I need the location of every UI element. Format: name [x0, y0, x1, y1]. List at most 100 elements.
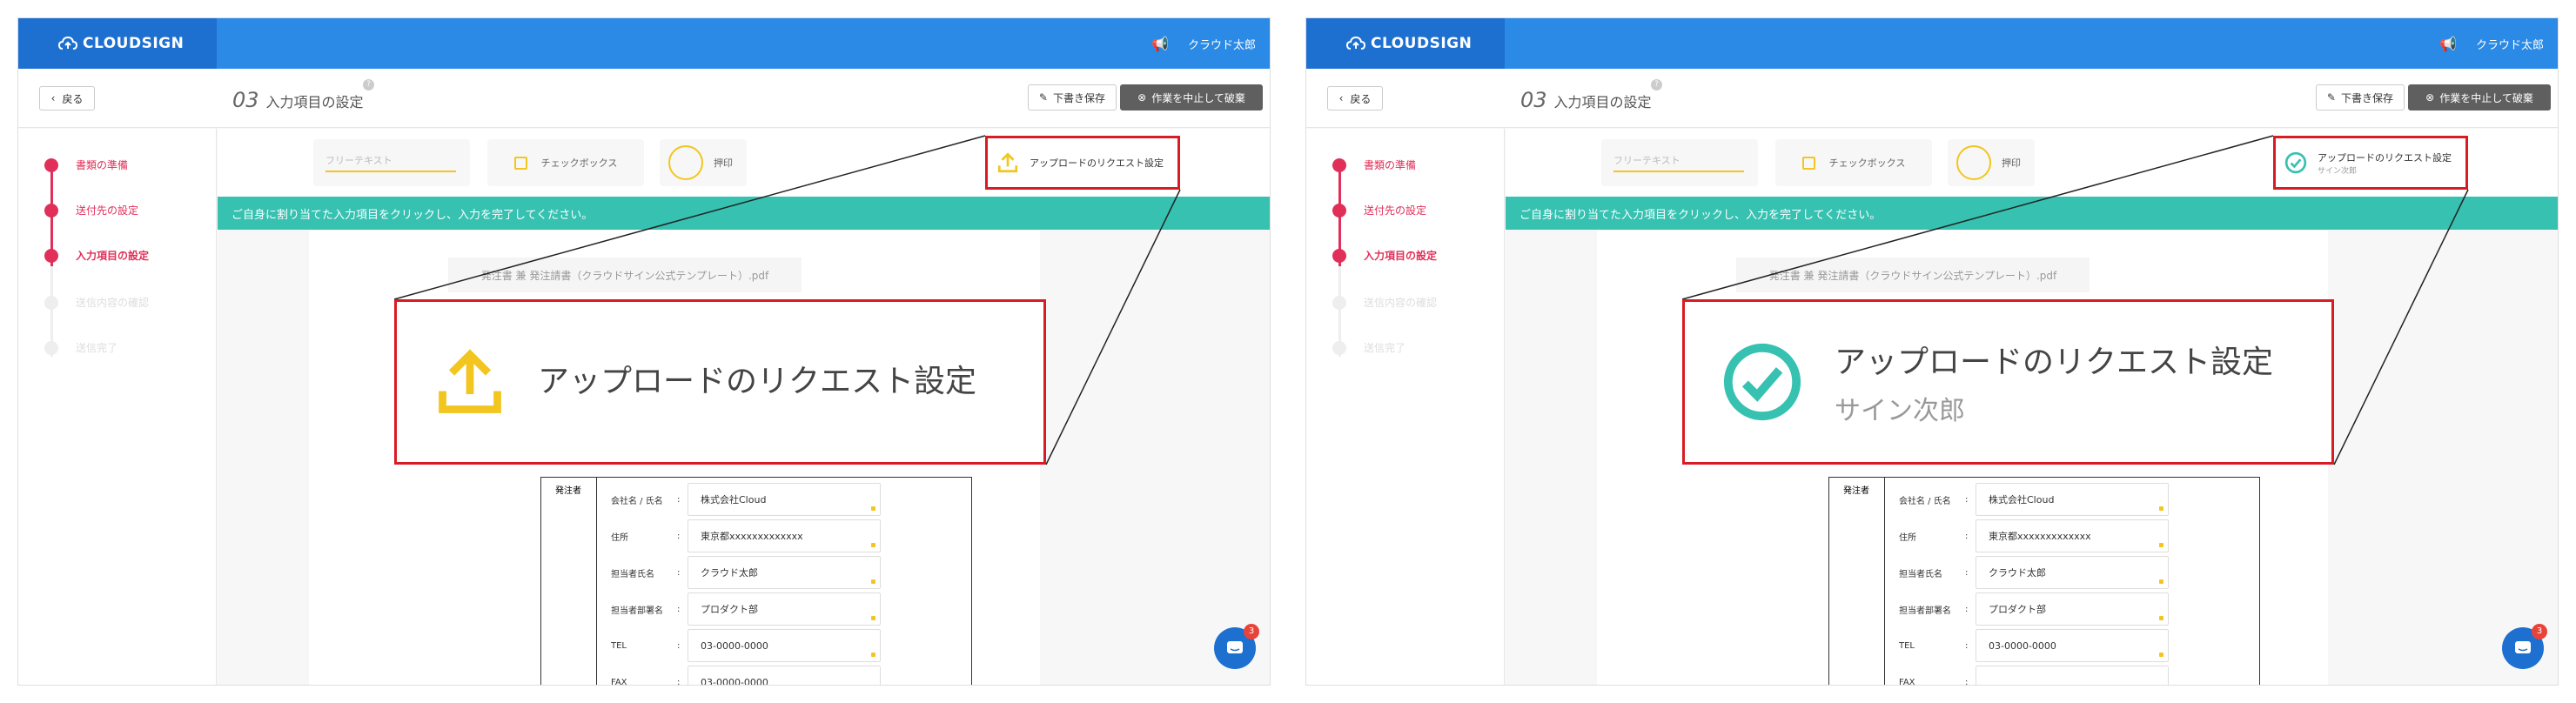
- sidebar-step[interactable]: 送付先の設定: [1332, 203, 1426, 218]
- table-row: 住所: 東京都xxxxxxxxxxxxx: [1899, 519, 2169, 552]
- save-draft-button[interactable]: ✎ 下書き保存: [2315, 84, 2405, 110]
- upload-request-field[interactable]: アップロードのリクエスト設定 サイン次郎: [2273, 136, 2468, 190]
- back-button[interactable]: ‹ 戻る: [39, 86, 95, 110]
- checkbox-icon: [513, 156, 527, 170]
- app-header: CLOUDSIGN 📢 クラウド太郎: [1306, 18, 2558, 69]
- upload-request-label: アップロードのリクエスト設定: [2318, 151, 2452, 164]
- row-value-field[interactable]: クラウド太郎: [1976, 556, 2169, 589]
- step-label: 送付先の設定: [76, 204, 139, 217]
- step-label: 書類の準備: [76, 159, 129, 171]
- row-value-field[interactable]: プロダクト部: [688, 593, 881, 626]
- table-row: 担当者部署名: プロダクト部: [1899, 593, 2169, 626]
- chat-button[interactable]: 3: [1214, 624, 1259, 669]
- step-label: 送信完了: [1364, 342, 1406, 354]
- row-label: 会社名 / 氏名: [1899, 496, 1951, 506]
- checkbox-field-tool[interactable]: チェックボックス: [487, 139, 644, 186]
- user-name[interactable]: クラウド太郎: [2476, 36, 2544, 52]
- table-row: FAX:03-0000-0000: [611, 666, 881, 686]
- sub-header: ‹ 戻る 03 入力項目の設定 ? ✎ 下書き保存 ⊗ 作業を中止して破棄: [18, 69, 1270, 128]
- step-number: 03: [1520, 88, 1547, 112]
- field-palette: フリーテキスト チェックボックス 押印 アップロードのリクエスト設定: [218, 129, 1270, 197]
- step-label: 送信完了: [76, 342, 118, 354]
- row-label: 住所: [1899, 532, 1916, 543]
- row-label: 住所: [611, 532, 628, 543]
- sidebar-step[interactable]: 送付先の設定: [44, 203, 138, 218]
- free-text-label: フリーテキスト: [1613, 153, 1744, 172]
- row-colon: :: [1965, 567, 1969, 578]
- row-value-field[interactable]: 東京都xxxxxxxxxxxxx: [688, 519, 881, 552]
- row-value-field[interactable]: 株式会社Cloud: [688, 483, 881, 516]
- sidebar-step[interactable]: 書類の準備: [1332, 157, 1416, 172]
- back-button[interactable]: ‹ 戻る: [1327, 86, 1383, 110]
- row-colon: :: [677, 567, 681, 578]
- chevron-left-icon: ‹: [50, 92, 56, 104]
- app-header: CLOUDSIGN 📢 クラウド太郎: [18, 18, 1270, 69]
- row-colon: :: [677, 531, 681, 541]
- save-draft-button[interactable]: ✎ 下書き保存: [1027, 84, 1117, 110]
- upload-icon: [433, 345, 506, 418]
- help-icon[interactable]: ?: [363, 79, 374, 90]
- step-label: 入力項目の設定: [76, 250, 150, 262]
- row-value-field[interactable]: [1976, 666, 2169, 685]
- logo[interactable]: CLOUDSIGN: [1306, 18, 1505, 69]
- chat-button[interactable]: 3: [2502, 624, 2547, 669]
- help-icon[interactable]: ?: [1651, 79, 1662, 90]
- zoom-callout: アップロードのリクエスト設定: [394, 299, 1046, 465]
- cancel-circle-icon: ⊗: [1137, 91, 1147, 104]
- row-value-field[interactable]: 03-0000-0000: [1976, 629, 2169, 662]
- logo-text: CLOUDSIGN: [1371, 35, 1472, 52]
- row-value-field[interactable]: 03-0000-0000: [688, 629, 881, 662]
- free-text-field-tool[interactable]: フリーテキスト: [1601, 139, 1758, 186]
- user-name[interactable]: クラウド太郎: [1188, 36, 1256, 52]
- row-label: TEL: [1899, 640, 1915, 651]
- megaphone-icon[interactable]: 📢: [2439, 36, 2457, 52]
- step-title: 入力項目の設定: [265, 94, 364, 110]
- step-label: 入力項目の設定: [1364, 250, 1438, 262]
- seal-circle-icon: [668, 145, 703, 180]
- zoom-label: アップロードのリクエスト設定: [538, 364, 977, 399]
- row-value-field[interactable]: クラウド太郎: [688, 556, 881, 589]
- row-colon: :: [677, 604, 681, 614]
- cloud-logo-icon: [58, 37, 77, 50]
- free-text-field-tool[interactable]: フリーテキスト: [313, 139, 470, 186]
- cancel-circle-icon: ⊗: [2425, 91, 2435, 104]
- row-value-field[interactable]: 03-0000-0000: [688, 666, 881, 685]
- upload-request-field[interactable]: アップロードのリクエスト設定: [985, 136, 1180, 190]
- edit-icon: ✎: [1038, 91, 1048, 104]
- logo[interactable]: CLOUDSIGN: [18, 18, 217, 69]
- table-row: TEL:03-0000-0000: [611, 629, 881, 662]
- instruction-banner: ご自身に割り当てた入力項目をクリックし、入力を完了してください。: [1506, 197, 2558, 230]
- check-circle-icon: [2284, 151, 2307, 174]
- logo-text: CLOUDSIGN: [83, 35, 184, 52]
- row-value-field[interactable]: 東京都xxxxxxxxxxxxx: [1976, 519, 2169, 552]
- screenshot-panel-before: CLOUDSIGN 📢 クラウド太郎 ‹ 戻る 03 入力項目の設定 ? ✎ 下書き保…: [17, 17, 1271, 686]
- step-label: 書類の準備: [1364, 159, 1417, 171]
- table-row: 住所: 東京都xxxxxxxxxxxxx: [611, 519, 881, 552]
- seal-field-tool[interactable]: 押印: [660, 139, 747, 186]
- discard-button[interactable]: ⊗ 作業を中止して破棄: [2408, 84, 2551, 110]
- checkbox-field-tool[interactable]: チェックボックス: [1775, 139, 1932, 186]
- seal-label: 押印: [714, 157, 733, 169]
- seal-field-tool[interactable]: 押印: [1948, 139, 2035, 186]
- table-row: 担当者氏名: クラウド太郎: [611, 556, 881, 589]
- checkbox-label: チェックボックス: [540, 157, 618, 169]
- step-title: 入力項目の設定: [1553, 94, 1652, 110]
- sub-header: ‹ 戻る 03 入力項目の設定 ? ✎ 下書き保存 ⊗ 作業を中止して破棄: [1306, 69, 2558, 128]
- row-value-field[interactable]: 株式会社Cloud: [1976, 483, 2169, 516]
- row-colon: :: [1965, 677, 1969, 686]
- discard-label: 作業を中止して破棄: [2439, 91, 2533, 104]
- table-row: TEL:03-0000-0000: [1899, 629, 2169, 662]
- free-text-label: フリーテキスト: [325, 153, 456, 172]
- megaphone-icon[interactable]: 📢: [1151, 36, 1169, 52]
- upload-request-label: アップロードのリクエスト設定: [1030, 157, 1164, 169]
- row-label: FAX: [611, 677, 627, 686]
- discard-button[interactable]: ⊗ 作業を中止して破棄: [1120, 84, 1263, 110]
- sidebar-step-active[interactable]: 入力項目の設定: [44, 248, 149, 263]
- sidebar-step: 送信内容の確認: [1332, 295, 1437, 310]
- row-value-field[interactable]: プロダクト部: [1976, 593, 2169, 626]
- step-number: 03: [232, 88, 259, 112]
- order-form-table: 発注者 会社名 / 氏名: 株式会社Cloud 住所: 東京都xxxxxxxxxxxx…: [1828, 477, 2260, 686]
- sidebar-step[interactable]: 書類の準備: [44, 157, 128, 172]
- sidebar-step-active[interactable]: 入力項目の設定: [1332, 248, 1437, 263]
- zoom-callout: アップロードのリクエスト設定 サイン次郎: [1682, 299, 2334, 465]
